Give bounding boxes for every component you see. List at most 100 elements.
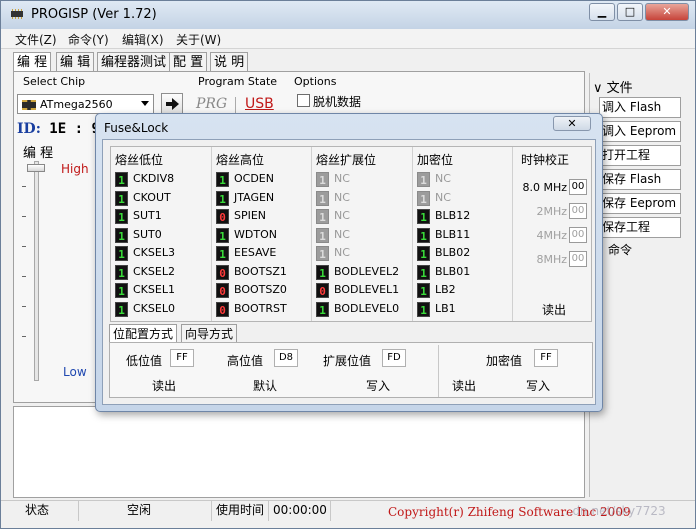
fuse-bit-toggle[interactable]: 1 <box>316 301 329 317</box>
elapsed-time-label: 使用时间 <box>212 501 269 521</box>
fuse-bit-toggle[interactable]: 0 <box>216 264 229 280</box>
fuse-bit-toggle[interactable]: 1 <box>417 246 430 261</box>
close-button[interactable]: ✕ <box>645 3 689 21</box>
fuse-column-header: 熔丝高位 <box>216 153 265 167</box>
clock-row-label: 8.0 MHz <box>522 181 567 194</box>
tab-config[interactable]: 配 置 <box>169 52 208 72</box>
fuse-bit-toggle[interactable]: 0 <box>216 301 229 317</box>
fuse-write-button[interactable]: 写入 <box>366 377 390 394</box>
fuse-bit-toggle[interactable]: 1 <box>115 172 128 187</box>
clock-row-value: 00 <box>569 251 587 267</box>
fuse-bit-toggle[interactable]: 1 <box>316 264 329 280</box>
fuse-bit-toggle[interactable]: 1 <box>417 209 430 224</box>
slider-tick <box>22 186 26 187</box>
load-eeprom-button[interactable]: 调入 Eeprom <box>599 121 681 142</box>
chip-select[interactable]: ATmega2560 <box>17 94 154 114</box>
tab-program[interactable]: 编 程 <box>13 52 52 73</box>
menu-about[interactable]: 关于(W) <box>176 31 221 48</box>
usb-indicator[interactable]: USB <box>245 96 274 112</box>
offline-data-checkbox[interactable] <box>297 94 310 107</box>
fuse-default-button[interactable]: 默认 <box>253 377 277 394</box>
clock-row-label: 8MHz <box>536 253 567 266</box>
fuse-bit-toggle[interactable]: 0 <box>216 209 229 224</box>
menu-file[interactable]: 文件(Z) <box>15 31 57 48</box>
ext-fuse-label: 扩展位值 <box>323 354 372 368</box>
fuse-bit-row: 1 NC <box>316 190 412 207</box>
fuse-bit-name: BOOTRST <box>234 301 287 315</box>
lock-value-field[interactable]: FF <box>534 349 558 367</box>
fuse-bit-toggle[interactable]: 1 <box>115 227 128 243</box>
low-fuse-value[interactable]: FF <box>170 349 194 367</box>
fuse-bit-toggle[interactable]: 1 <box>417 264 430 280</box>
command-section-label[interactable]: 命令 <box>608 241 632 258</box>
fuse-bit-toggle[interactable]: 1 <box>115 301 128 317</box>
fuse-bit-toggle[interactable]: 1 <box>216 227 229 243</box>
values-divider <box>438 345 439 397</box>
program-slider-track[interactable] <box>34 161 39 381</box>
clock-row-8mhz-active: 8.0 MHz 00 <box>519 179 589 196</box>
fuse-bit-row: 1 CKOUT <box>115 190 211 207</box>
menu-command[interactable]: 命令(Y) <box>68 31 109 48</box>
slider-low-label: Low <box>63 365 87 379</box>
load-flash-button[interactable]: 调入 Flash <box>599 97 681 118</box>
clock-row-label: 4MHz <box>536 229 567 242</box>
fuse-bit-toggle[interactable]: 1 <box>417 227 430 243</box>
open-project-button[interactable]: 打开工程 <box>599 145 681 166</box>
fuse-bit-name: BODLEVEL0 <box>334 301 400 315</box>
fuse-bit-toggle[interactable]: 1 <box>216 246 229 261</box>
tab-help[interactable]: 说 明 <box>210 52 249 72</box>
ext-fuse-value[interactable]: FD <box>382 349 406 367</box>
dialog-close-button[interactable]: ✕ <box>553 116 591 131</box>
menu-edit[interactable]: 编辑(X) <box>122 31 164 48</box>
select-chip-go-button[interactable] <box>161 93 183 115</box>
lock-read-button[interactable]: 读出 <box>452 377 476 394</box>
file-section-header[interactable]: ∨ 文件 <box>593 77 633 96</box>
fuse-bit-row: 0 BOOTSZ0 <box>216 282 312 299</box>
lock-value-label: 加密值 <box>486 354 523 368</box>
fuse-bit-name: CKDIV8 <box>133 172 175 185</box>
fuse-bit-toggle[interactable]: 1 <box>417 301 430 317</box>
clock-row-value[interactable]: 00 <box>569 179 587 195</box>
low-fuse-label: 低位值 <box>126 354 163 368</box>
program-slider-thumb[interactable] <box>27 164 45 172</box>
fuse-bit-row: 0 SPIEN <box>216 208 312 225</box>
fuse-bit-name: NC <box>435 190 451 204</box>
fuse-bit-toggle[interactable]: 1 <box>216 190 229 206</box>
fuse-bit-toggle[interactable]: 1 <box>216 172 229 187</box>
fuse-bit-toggle[interactable]: 1 <box>115 283 128 298</box>
minimize-button[interactable]: ▁ <box>589 3 615 21</box>
high-fuse-label: 高位值 <box>227 354 264 368</box>
fuse-bit-name: JTAGEN <box>234 190 275 204</box>
slider-high-label: High <box>61 162 89 176</box>
fuse-bit-name: BOOTSZ1 <box>234 264 287 278</box>
fuse-bit-toggle[interactable]: 0 <box>216 283 229 298</box>
lock-write-button[interactable]: 写入 <box>526 377 550 394</box>
fuse-bit-toggle: 1 <box>316 209 329 224</box>
clock-read-button[interactable]: 读出 <box>542 301 566 318</box>
high-fuse-value[interactable]: D8 <box>274 349 298 367</box>
fuse-bit-row: 1 OCDEN <box>216 171 312 188</box>
fuse-bit-row: 1 LB1 <box>417 301 513 318</box>
fuse-bit-toggle[interactable]: 1 <box>115 209 128 224</box>
maximize-button[interactable]: □ <box>617 3 643 21</box>
fuse-bit-toggle: 1 <box>316 246 329 261</box>
tab-edit[interactable]: 编 辑 <box>56 52 95 72</box>
fuse-bit-name: CKSEL3 <box>133 246 175 259</box>
output-log[interactable] <box>13 406 585 498</box>
menu-bar: 文件(Z) 命令(Y) 编辑(X) 关于(W) <box>1 29 695 49</box>
tab-bit-config[interactable]: 位配置方式 <box>109 324 178 344</box>
save-flash-button[interactable]: 保存 Flash <box>599 169 681 190</box>
fuse-bit-toggle[interactable]: 1 <box>115 246 128 261</box>
prg-indicator: PRG <box>196 96 228 112</box>
fuse-read-button[interactable]: 读出 <box>152 377 176 394</box>
fuse-bit-toggle[interactable]: 1 <box>417 283 430 298</box>
tab-wizard[interactable]: 向导方式 <box>181 324 238 343</box>
fuse-bit-toggle[interactable]: 0 <box>316 283 329 298</box>
chevron-down-icon <box>141 101 149 106</box>
save-eeprom-button[interactable]: 保存 Eeprom <box>599 193 681 214</box>
fuse-bit-toggle[interactable]: 1 <box>115 264 128 280</box>
save-project-button[interactable]: 保存工程 <box>599 217 681 238</box>
tab-programmer-test[interactable]: 编程器测试 <box>97 52 171 72</box>
fuse-bit-toggle[interactable]: 1 <box>115 190 128 206</box>
chip-select-value: ATmega2560 <box>40 98 113 111</box>
